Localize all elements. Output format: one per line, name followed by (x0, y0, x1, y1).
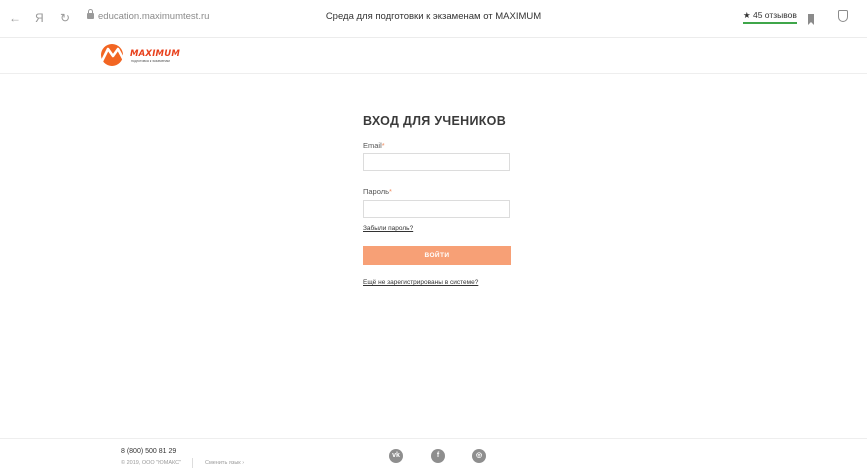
page-title: Среда для подготовки к экзаменам от MAXI… (325, 11, 542, 22)
logo-text: MAXIMUM (130, 49, 180, 59)
facebook-icon[interactable]: f (431, 449, 445, 463)
footer-divider (192, 458, 193, 468)
copyright: © 2019, ООО "ЮМАКС" (121, 460, 182, 466)
instagram-icon[interactable]: ◎ (472, 449, 486, 463)
email-label: Email* (363, 141, 385, 150)
logo-subtext: подготовка к экзаменам (131, 59, 170, 63)
register-link[interactable]: Ещё не зарегистрированы в системе? (363, 279, 478, 286)
password-label: Пароль* (363, 187, 392, 196)
bookmark-icon[interactable] (808, 14, 814, 25)
login-button[interactable]: ВОЙТИ (363, 246, 511, 265)
vk-icon[interactable]: vk (389, 449, 403, 463)
browser-toolbar: ← Я ↻ education.maximumtest.ru Среда для… (0, 0, 867, 38)
logo-mark-icon (100, 44, 127, 66)
forgot-password-link[interactable]: Забыли пароль? (363, 225, 413, 232)
password-field[interactable] (363, 200, 510, 218)
phone-number[interactable]: 8 (800) 500 81 29 (121, 448, 176, 455)
reviews-badge[interactable]: ★ 45 отзывов (743, 10, 797, 24)
required-mark: * (389, 187, 392, 196)
email-field[interactable] (363, 153, 510, 171)
login-heading: ВХОД ДЛЯ УЧЕНИКОВ (363, 114, 507, 128)
protect-shield-icon[interactable] (838, 10, 848, 22)
required-mark: * (381, 141, 385, 150)
language-switch[interactable]: Сменить язык › (205, 460, 244, 466)
